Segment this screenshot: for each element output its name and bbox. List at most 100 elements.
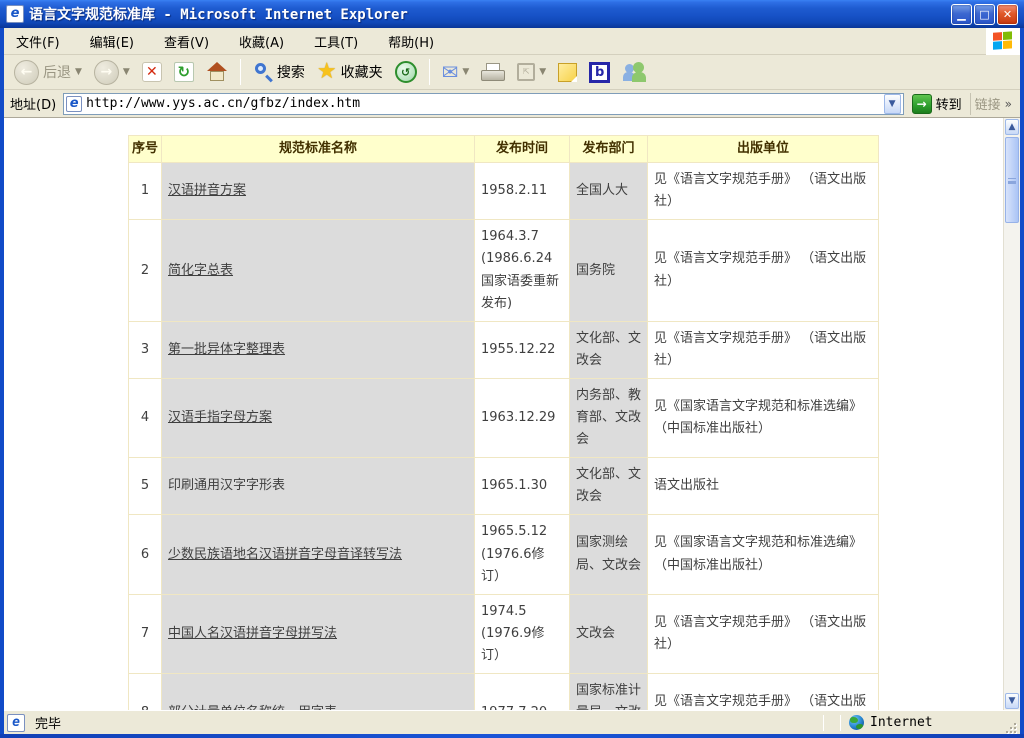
standard-name-link[interactable]: 汉语拼音方案 (168, 183, 246, 198)
home-button[interactable] (202, 59, 232, 85)
table-row: 2简化字总表1964.3.7 (1986.6.24国家语委重新发布)国务院见《语… (129, 220, 879, 321)
back-dropdown-icon[interactable]: ▼ (75, 67, 82, 77)
close-button[interactable]: ✕ (997, 4, 1018, 25)
window-title: 语言文字规范标准库 - Microsoft Internet Explorer (29, 4, 949, 24)
scrollbar-thumb[interactable] (1005, 137, 1019, 223)
resize-grip[interactable] (1003, 720, 1017, 734)
edit-button[interactable] (554, 61, 581, 84)
home-icon (206, 61, 228, 83)
standard-name-link[interactable]: 中国人名汉语拼音字母拼写法 (168, 626, 337, 641)
print-icon (481, 63, 505, 81)
links-chevron-icon[interactable]: » (1005, 97, 1012, 111)
row-number-cell: 7 (129, 594, 162, 673)
browser-window: e 语言文字规范标准库 - Microsoft Internet Explore… (0, 0, 1024, 738)
menu-edit[interactable]: 编辑(E) (86, 28, 146, 55)
publish-date-cell: 1977.7.20 (475, 673, 570, 710)
menu-tools[interactable]: 工具(T) (310, 28, 370, 55)
header-dept: 发布部门 (570, 136, 648, 163)
history-icon: ↺ (395, 61, 417, 83)
standard-name-link[interactable]: 汉语手指字母方案 (168, 410, 272, 425)
publisher-cell: 见《语言文字规范手册》 （语文出版社） (648, 594, 879, 673)
title-bar: e 语言文字规范标准库 - Microsoft Internet Explore… (0, 0, 1024, 28)
custom-tool-button[interactable]: b (585, 60, 614, 85)
status-bar: e 完毕 Internet (4, 710, 1020, 734)
table-row: 6少数民族语地名汉语拼音字母音译转写法1965.5.12 (1976.6修订）国… (129, 515, 879, 594)
publisher-cell: 语文出版社 (648, 458, 879, 515)
scroll-down-icon[interactable]: ▼ (1005, 693, 1019, 709)
messenger-button[interactable] (618, 60, 650, 84)
menu-view[interactable]: 查看(V) (160, 28, 221, 55)
table-row: 5印刷通用汉字字形表1965.1.30文化部、文改会语文出版社 (129, 458, 879, 515)
publisher-cell: 见《语言文字规范手册》 （语文出版社） (648, 673, 879, 710)
row-number-cell: 5 (129, 458, 162, 515)
menu-file[interactable]: 文件(F) (12, 28, 72, 55)
publish-date-cell: 1965.5.12 (1976.6修订） (475, 515, 570, 594)
header-date: 发布时间 (475, 136, 570, 163)
address-dropdown-icon[interactable]: ▼ (884, 94, 901, 114)
print-button[interactable] (477, 61, 509, 83)
maximize-button[interactable]: □ (974, 4, 995, 25)
standard-name-cell: 部分计量单位名称统一用字表 (162, 673, 475, 710)
refresh-button[interactable]: ↻ (170, 60, 198, 84)
windows-flag-icon (993, 31, 1013, 50)
fullscreen-button[interactable]: ⇱ ▼ (513, 61, 550, 83)
row-number-cell: 4 (129, 378, 162, 457)
back-button[interactable]: ← 后退 ▼ (10, 58, 86, 87)
publish-dept-cell: 内务部、教育部、文改会 (570, 378, 648, 457)
publish-date-cell: 1965.1.30 (475, 458, 570, 515)
favorites-label: 收藏夹 (341, 62, 383, 82)
search-button[interactable]: 搜索 (249, 60, 309, 84)
vertical-scrollbar[interactable]: ▲ ▼ (1003, 118, 1020, 710)
minimize-button[interactable]: ▁ (951, 4, 972, 25)
ie-document-icon: e (6, 5, 24, 23)
standards-table-body: 1汉语拼音方案1958.2.11全国人大见《语言文字规范手册》 （语文出版社）2… (129, 163, 879, 710)
go-button[interactable]: → 转到 (909, 93, 965, 115)
fullscreen-dropdown-icon[interactable]: ▼ (539, 67, 546, 77)
standard-name-cell: 简化字总表 (162, 220, 475, 321)
mail-button[interactable]: ✉ ▼ (438, 60, 474, 84)
standard-name-link[interactable]: 部分计量单位名称统一用字表 (168, 705, 337, 710)
row-number-cell: 8 (129, 673, 162, 710)
menu-help[interactable]: 帮助(H) (384, 28, 446, 55)
address-url-input[interactable] (86, 96, 883, 111)
standard-name-cell: 中国人名汉语拼音字母拼写法 (162, 594, 475, 673)
links-bar[interactable]: 链接 » (970, 93, 1016, 115)
header-name: 规范标准名称 (162, 136, 475, 163)
publish-dept-cell: 文化部、文改会 (570, 321, 648, 378)
table-row: 7中国人名汉语拼音字母拼写法1974.5 (1976.9修订）文改会见《语言文字… (129, 594, 879, 673)
scroll-up-icon[interactable]: ▲ (1005, 119, 1019, 135)
standard-name-link[interactable]: 简化字总表 (168, 263, 233, 278)
standard-name-cell: 汉语手指字母方案 (162, 378, 475, 457)
back-label: 后退 (43, 62, 71, 82)
publisher-cell: 见《语言文字规范手册》 （语文出版社） (648, 220, 879, 321)
menu-favorites[interactable]: 收藏(A) (235, 28, 296, 55)
fullscreen-icon: ⇱ (517, 63, 535, 81)
forward-button[interactable]: → ▼ (90, 58, 134, 87)
address-bar: 地址(D) e ▼ → 转到 链接 » (4, 90, 1020, 118)
publish-dept-cell: 国家标准计量局、文改会 (570, 673, 648, 710)
header-publisher: 出版单位 (648, 136, 879, 163)
back-icon: ← (14, 60, 39, 85)
publisher-cell: 见《国家语言文字规范和标准选编》（中国标准出版社） (648, 515, 879, 594)
standard-name-link[interactable]: 少数民族语地名汉语拼音字母音译转写法 (168, 547, 402, 562)
history-button[interactable]: ↺ (391, 59, 421, 85)
publish-date-cell: 1955.12.22 (475, 321, 570, 378)
favorites-button[interactable]: ★ 收藏夹 (313, 59, 387, 85)
table-row: 1汉语拼音方案1958.2.11全国人大见《语言文字规范手册》 （语文出版社） (129, 163, 879, 220)
row-number-cell: 6 (129, 515, 162, 594)
stop-icon: ✕ (142, 62, 162, 82)
zone-text: Internet (870, 715, 933, 730)
publisher-cell: 见《国家语言文字规范和标准选编》（中国标准出版社） (648, 378, 879, 457)
menu-bar: 文件(F) 编辑(E) 查看(V) 收藏(A) 工具(T) 帮助(H) (4, 28, 1020, 55)
mail-dropdown-icon[interactable]: ▼ (462, 67, 469, 77)
stop-button[interactable]: ✕ (138, 60, 166, 84)
publish-date-cell: 1974.5 (1976.9修订） (475, 594, 570, 673)
address-label: 地址(D) (8, 94, 58, 113)
messenger-icon (622, 62, 646, 82)
internet-globe-icon (849, 715, 864, 730)
header-number: 序号 (129, 136, 162, 163)
publisher-cell: 见《语言文字规范手册》 （语文出版社） (648, 163, 879, 220)
standard-name-link[interactable]: 第一批异体字整理表 (168, 342, 285, 357)
standard-name-text: 印刷通用汉字字形表 (168, 478, 285, 493)
forward-dropdown-icon[interactable]: ▼ (123, 67, 130, 77)
